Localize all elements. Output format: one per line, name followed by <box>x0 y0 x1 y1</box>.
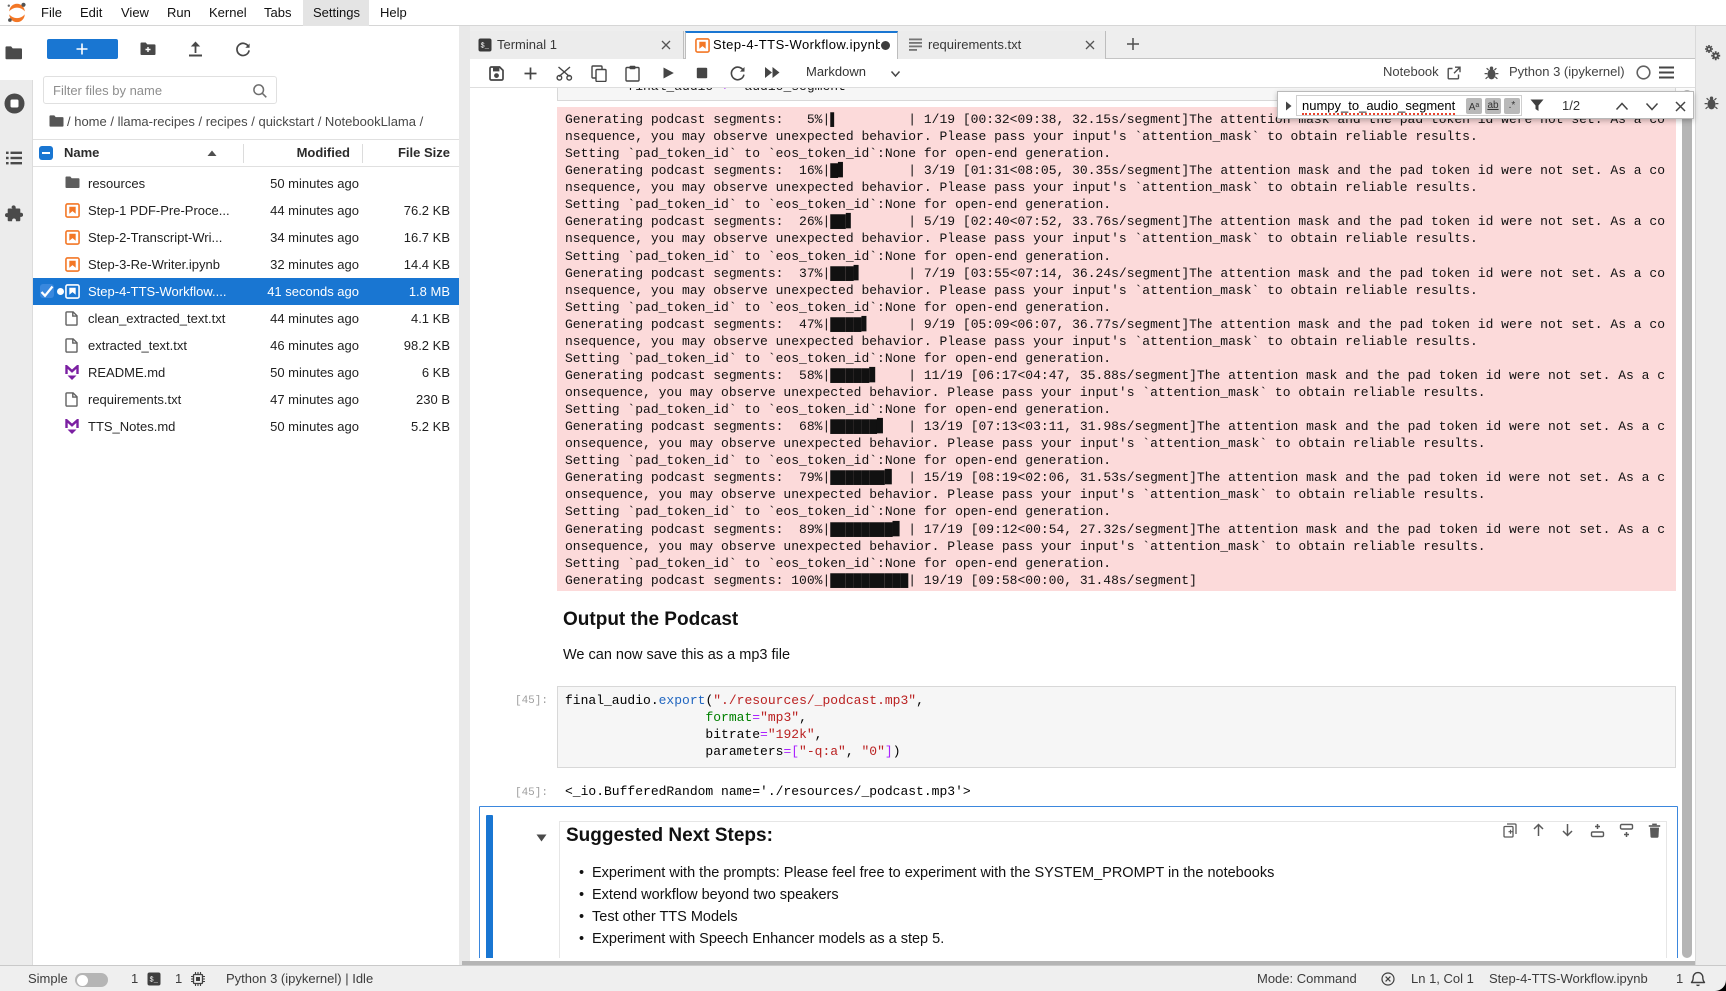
svg-text:$_: $_ <box>150 977 159 985</box>
svg-text:$_: $_ <box>481 43 490 51</box>
